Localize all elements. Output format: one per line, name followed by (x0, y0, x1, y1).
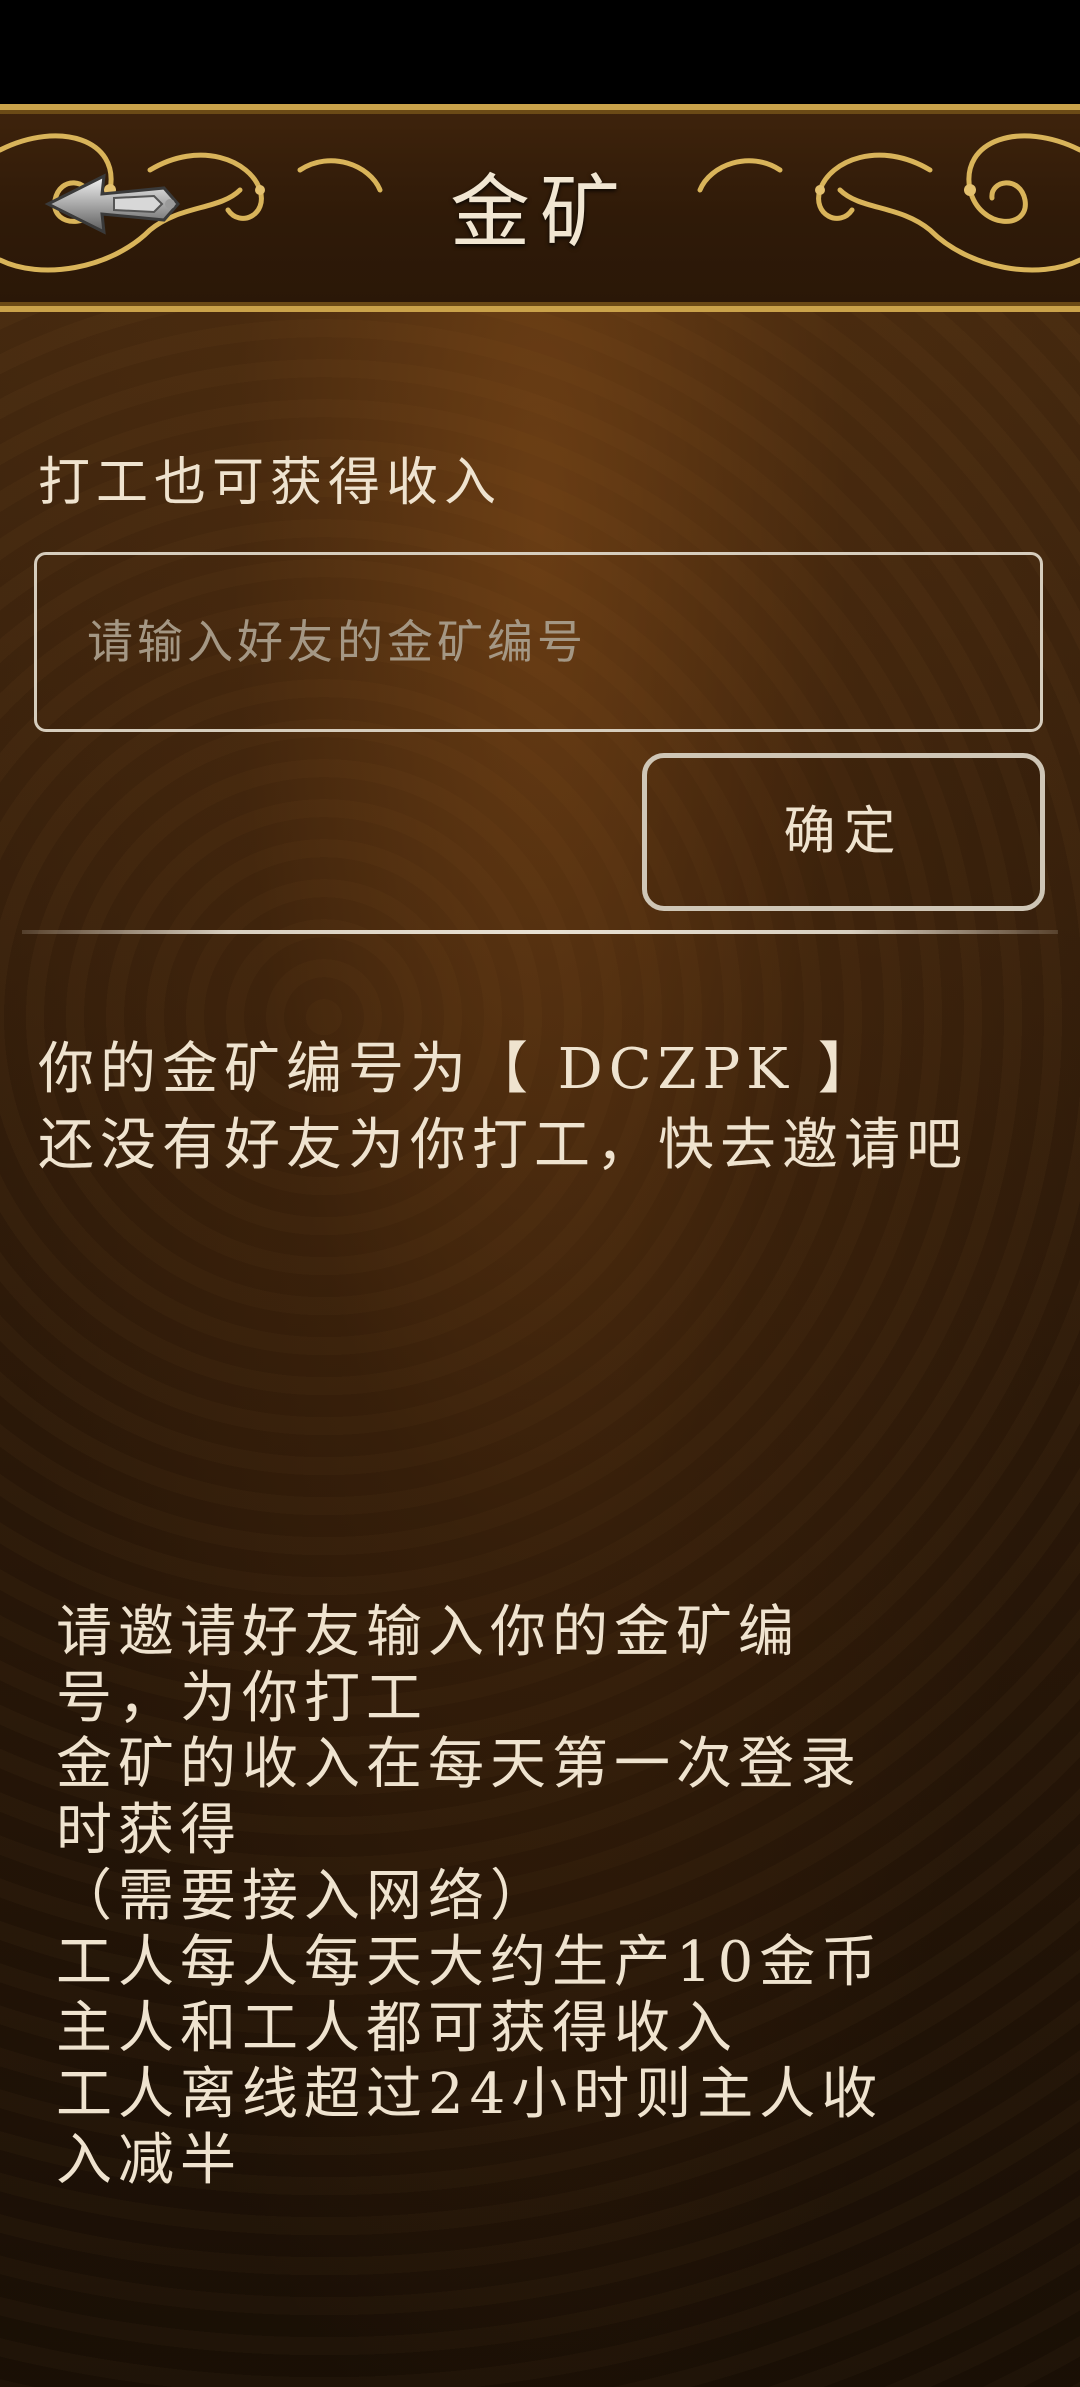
section-divider (22, 930, 1058, 934)
instruction-line: 工人离线超过24小时则主人收 (56, 2062, 884, 2127)
instruction-line: 工人每人每天大约生产10金币 (56, 1930, 884, 1995)
instruction-line: （需要接入网络） (56, 1864, 552, 1929)
status-bar (0, 0, 1080, 104)
friend-code-input[interactable] (34, 552, 1043, 732)
instruction-line: 金矿的收入在每天第一次登录 (56, 1732, 862, 1797)
instructions-block: 请邀请好友输入你的金矿编 号，为你打工 金矿的收入在每天第一次登录 时获得 （需… (56, 1600, 996, 2194)
instruction-line: 号，为你打工 (56, 1666, 428, 1731)
instruction-line: 时获得 (56, 1798, 242, 1863)
instruction-line: 主人和工人都可获得收入 (56, 1996, 738, 2061)
no-friends-message: 还没有好友为你打工，快去邀请吧 (38, 1113, 968, 1178)
instruction-line: 入减半 (56, 2128, 242, 2193)
back-button[interactable] (44, 158, 184, 248)
instruction-line: 请邀请好友输入你的金矿编 (56, 1600, 800, 1665)
invite-section-label: 打工也可获得收入 (38, 453, 503, 513)
my-mine-code-text: 你的金矿编号为【 DCZPK 】 (38, 1037, 880, 1102)
winged-arrow-back-icon (44, 173, 180, 235)
page-title: 金矿 (450, 166, 630, 259)
app-screen: 金矿 打工也可获得收入 确定 你的金矿编号为【 DCZPK 】 还没有好友为你打… (0, 0, 1080, 2387)
confirm-button[interactable]: 确定 (642, 753, 1045, 911)
